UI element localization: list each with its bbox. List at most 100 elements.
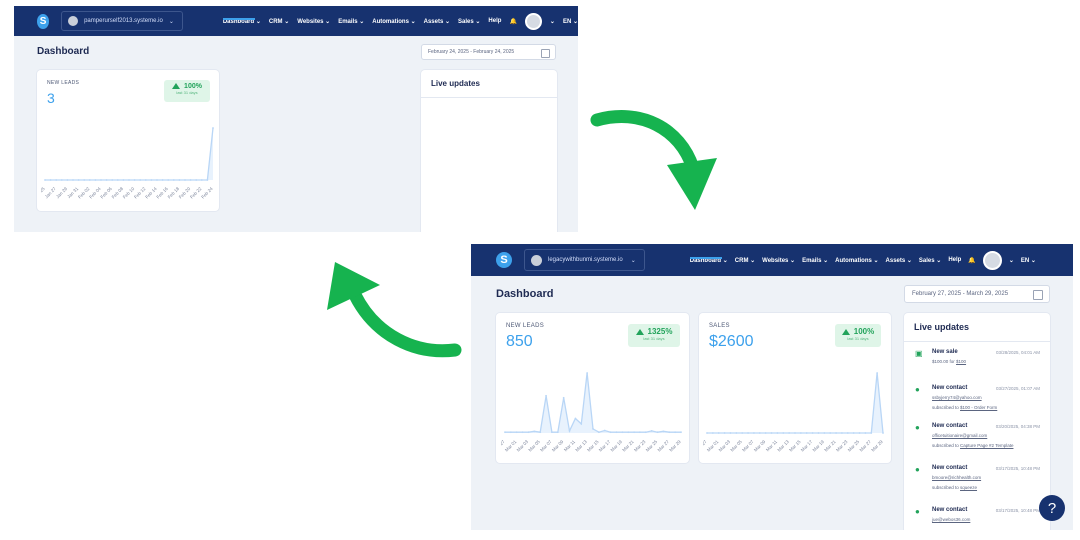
x-tick-label: Mar 25 (847, 439, 861, 453)
live-update-detail: subscribed to $100 - Order Form (932, 405, 997, 410)
detail-link[interactable]: $100 (956, 359, 966, 364)
account-avatar (68, 16, 79, 26)
up-arrow-icon (172, 83, 181, 90)
detail-link[interactable]: jue@webos36.com (932, 517, 970, 522)
menu-sales[interactable]: Sales ⌄ (919, 257, 941, 264)
data-point (94, 179, 97, 181)
data-point (105, 179, 108, 181)
bell-icon[interactable]: 🔔 (968, 257, 975, 264)
data-point (876, 372, 879, 374)
menu-automations[interactable]: Automations ⌄ (372, 18, 415, 25)
language-selector[interactable]: EN ⌄ (1021, 257, 1036, 264)
x-tick-label: Mar 13 (574, 439, 588, 453)
data-point (189, 179, 192, 181)
detail-link[interactable]: squeeze (960, 485, 977, 490)
account-switcher[interactable]: pamperurself2013.systeme.io ⌄ (61, 11, 183, 31)
date-range-picker[interactable]: February 27, 2025 - March 29, 2025 (904, 285, 1050, 303)
person-icon: ● (915, 385, 920, 394)
date-range-picker[interactable]: February 24, 2025 - February 24, 2025 (421, 44, 556, 60)
data-point (782, 432, 785, 434)
data-point (167, 179, 170, 181)
data-point (846, 432, 849, 434)
x-tick-label: Mar 03 (718, 439, 732, 453)
data-point (100, 179, 102, 181)
growth-badge: 100% last 31 days (164, 80, 210, 102)
data-point (574, 417, 577, 420)
up-arrow-icon (841, 328, 850, 335)
divider (904, 341, 1050, 342)
x-tick-label: Mar 05 (729, 439, 743, 453)
card-label: SALES (709, 323, 730, 329)
growth-badge: 1325% last 31 days (628, 324, 680, 347)
x-tick-label: Mar 23 (633, 439, 647, 453)
bell-icon[interactable]: 🔔 (509, 18, 516, 25)
live-update-detail: jue@webos36.com (932, 517, 970, 522)
divider (421, 97, 557, 98)
data-point (562, 396, 565, 399)
detail-link[interactable]: bmoore@richhealth.com (932, 475, 981, 480)
data-point (586, 372, 589, 374)
menu-assets[interactable]: Assets ⌄ (424, 18, 450, 25)
card-value: $2600 (709, 333, 754, 350)
data-point (717, 432, 720, 434)
menu-websites[interactable]: Websites ⌄ (762, 257, 795, 264)
top-nav: S pamperurself2013.systeme.io ⌄ Dashboar… (14, 6, 578, 36)
user-avatar[interactable] (524, 12, 542, 30)
data-point (805, 432, 808, 434)
calendar-icon[interactable] (1033, 290, 1043, 300)
menu-crm[interactable]: CRM ⌄ (735, 257, 755, 264)
person-icon: ● (915, 423, 920, 432)
data-point (200, 179, 203, 181)
chevron-down-icon[interactable]: ⌄ (1009, 257, 1014, 264)
chevron-down-icon[interactable]: ⌄ (550, 18, 555, 25)
help-button[interactable]: ? (1039, 495, 1065, 521)
systeme-logo[interactable]: S (37, 13, 50, 29)
data-point (817, 432, 820, 434)
menu-assets[interactable]: Assets ⌄ (886, 257, 912, 264)
data-point (609, 431, 612, 434)
series-line (707, 372, 884, 434)
top-nav: S legacywithbunmi.systeme.io ⌄ Dashboard… (471, 244, 1073, 276)
menu-sales[interactable]: Sales ⌄ (458, 18, 480, 25)
menu-emails[interactable]: Emails ⌄ (802, 257, 828, 264)
menu-help[interactable]: Help (488, 18, 501, 24)
data-point (662, 430, 665, 433)
menu-automations[interactable]: Automations ⌄ (835, 257, 878, 264)
x-tick-label: Mar 23 (835, 439, 849, 453)
data-point (829, 432, 832, 434)
data-point (776, 432, 779, 434)
calendar-icon[interactable] (541, 49, 550, 58)
systeme-logo[interactable]: S (496, 252, 512, 268)
detail-link[interactable]: officetuitionaire@gmail.com (932, 433, 987, 438)
data-point (811, 432, 814, 434)
data-point (515, 431, 518, 434)
card-label: NEW LEADS (506, 323, 545, 329)
data-point (527, 431, 530, 434)
data-point (212, 127, 214, 129)
menu-dashboard[interactable]: Dashboard ⌄ (689, 256, 728, 264)
detail-link[interactable]: ssbyjerry74@yahoo.com (932, 395, 982, 400)
user-avatar[interactable] (982, 250, 1002, 270)
menu-help[interactable]: Help (948, 257, 961, 263)
menu-websites[interactable]: Websites ⌄ (297, 18, 330, 25)
menu-dashboard[interactable]: Dashboard ⌄ (222, 17, 261, 25)
account-switcher[interactable]: legacywithbunmi.systeme.io ⌄ (524, 249, 645, 271)
data-point (195, 179, 198, 181)
data-point (60, 179, 63, 181)
x-tick-label: Mar 07 (741, 439, 755, 453)
data-point (111, 179, 114, 181)
live-update-title: New contact (932, 423, 968, 429)
data-point (864, 432, 867, 434)
language-selector[interactable]: EN ⌄ (563, 18, 578, 25)
detail-link[interactable]: Capture Page #2 Template (960, 443, 1013, 448)
detail-link[interactable]: $100 - Order Form (960, 405, 997, 410)
x-tick-label: Mar 07 (539, 439, 553, 453)
x-tick-label: Mar 27 (859, 439, 873, 453)
forward-arrow-icon (590, 110, 717, 210)
live-update-time: 03/20/2025, 04:38 PM (995, 424, 1040, 429)
menu-emails[interactable]: Emails ⌄ (338, 18, 364, 25)
data-point (55, 179, 58, 181)
data-point (156, 179, 158, 181)
menu-crm[interactable]: CRM ⌄ (269, 18, 289, 25)
detail-text: subscribed to (932, 405, 961, 410)
